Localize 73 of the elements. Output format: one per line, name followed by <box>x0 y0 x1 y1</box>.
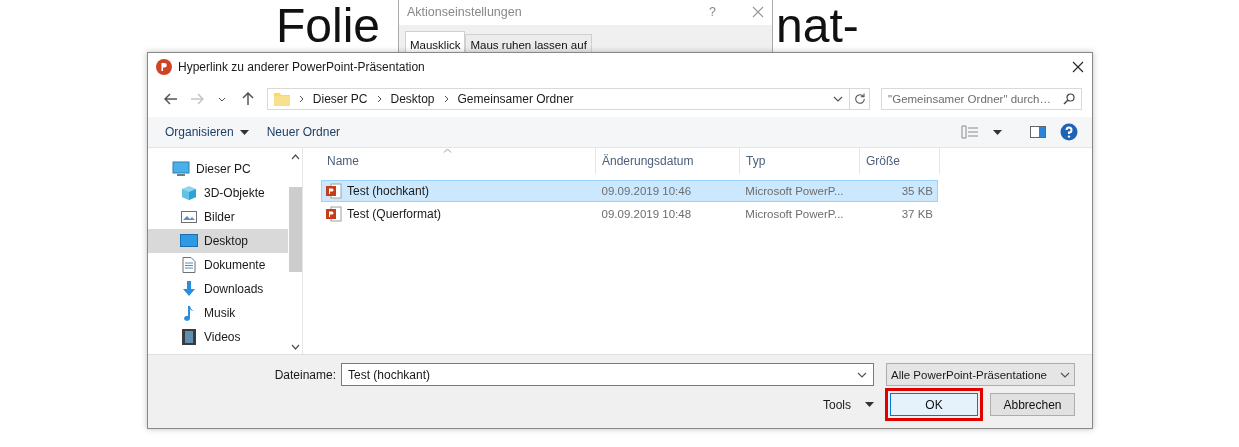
picture-frame-icon <box>181 210 197 224</box>
up-arrow-icon[interactable] <box>241 92 254 106</box>
help-icon[interactable] <box>1060 123 1078 141</box>
column-header[interactable]: Typ <box>740 148 860 174</box>
sidebar-item[interactable]: Dokumente <box>148 253 288 277</box>
toolbar-button[interactable]: Neuer Ordner <box>257 121 350 143</box>
dialog-title: Hyperlink zu anderer PowerPoint-Präsentation <box>178 60 426 74</box>
scroll-down-icon[interactable] <box>290 344 300 350</box>
ok-button[interactable]: OK <box>890 393 978 416</box>
table-cell-text: 09.09.2019 10:46 <box>600 185 693 197</box>
breadcrumb[interactable]: Desktop <box>390 92 435 106</box>
file-row[interactable]: Test (hochkant) 09.09.2019 10:46 Microsoft PowerP... 35 KB <box>321 180 938 202</box>
dropdown-chevron-icon[interactable] <box>857 371 867 378</box>
table-cell-text: 37 KB <box>900 208 934 220</box>
tools-menu[interactable]: Tools <box>823 397 874 412</box>
film-strip-icon <box>182 329 196 345</box>
document-icon <box>182 257 196 273</box>
app-icon <box>156 59 172 75</box>
file-name: Test (Querformat) <box>347 207 442 221</box>
sidebar-item[interactable]: Desktop <box>148 229 288 253</box>
back-arrow-icon[interactable] <box>163 93 178 105</box>
table-cell-text: 35 KB <box>900 185 934 197</box>
breadcrumb-chevron-icon <box>298 95 304 103</box>
sidebar-item[interactable]: Musik <box>148 301 288 325</box>
search-icon <box>1063 93 1075 105</box>
caret-icon <box>993 129 1002 135</box>
column-header[interactable]: Änderungsdatum <box>596 148 740 174</box>
sidebar-item[interactable]: Bilder <box>148 205 288 229</box>
file-name: Test (hochkant) <box>347 184 430 198</box>
address-bar[interactable]: Dieser PC Desktop Gemeinsamer Ordner <box>266 88 851 110</box>
table-cell-text: 09.09.2019 10:48 <box>600 208 693 220</box>
file-row[interactable]: Test (Querformat) 09.09.2019 10:48 Microsoft PowerP... 37 KB <box>321 203 938 225</box>
close-icon[interactable] <box>1072 61 1084 73</box>
breadcrumb-chevron-icon <box>376 95 382 103</box>
sidebar-item[interactable]: Downloads <box>148 277 288 301</box>
dropdown-caret-icon[interactable] <box>218 96 227 102</box>
sidebar-item[interactable]: 3D-Objekte <box>148 181 288 205</box>
dropdown-chevron-icon[interactable] <box>833 96 844 102</box>
caret-icon <box>865 402 874 407</box>
search-field[interactable]: "Gemeinsamer Ordner" durch… <box>881 88 1082 110</box>
breadcrumb[interactable]: Dieser PC <box>312 92 368 106</box>
cancel-button[interactable]: Abbrechen <box>990 393 1075 416</box>
refresh-icon <box>853 93 866 105</box>
sidebar-item[interactable]: Videos <box>148 325 288 349</box>
breadcrumb-chevron-icon <box>443 95 449 103</box>
sidebar-item[interactable]: Dieser PC <box>148 157 288 181</box>
cube-icon <box>181 185 197 201</box>
dialog-title: Aktionseinstellungen <box>407 5 523 19</box>
table-cell-text: Microsoft PowerP... <box>744 208 845 220</box>
breadcrumb[interactable]: Gemeinsamer Ordner <box>457 92 574 106</box>
presentation-file-icon <box>326 183 342 199</box>
column-header[interactable]: Name <box>321 148 596 174</box>
table-cell-text: Microsoft PowerP... <box>744 185 845 197</box>
field-label: Dateiname: <box>274 367 336 382</box>
column-header[interactable]: Größe <box>860 148 940 174</box>
caret-icon <box>239 129 249 135</box>
scroll-up-icon[interactable] <box>290 154 300 160</box>
slide-title-text: Folie <box>276 0 381 52</box>
monitor-icon <box>180 234 198 248</box>
down-arrow-icon <box>181 281 197 297</box>
scrollbar[interactable] <box>288 148 303 354</box>
slide-title-text: nat- <box>776 0 859 52</box>
preview-pane-icon[interactable] <box>1030 126 1046 138</box>
filename-field[interactable]: Test (hochkant) <box>341 363 874 386</box>
help-button[interactable]: ? <box>709 5 716 19</box>
folder-icon <box>273 92 290 106</box>
refresh-button[interactable] <box>850 88 871 110</box>
file-type-dropdown[interactable]: Alle PowerPoint-Präsentatione <box>886 363 1075 386</box>
toolbar-button[interactable]: Organisieren <box>156 121 258 143</box>
presentation-file-icon <box>326 206 342 222</box>
dropdown-chevron-icon[interactable] <box>1060 371 1070 378</box>
computer-icon <box>172 161 190 177</box>
music-note-icon <box>183 305 195 321</box>
